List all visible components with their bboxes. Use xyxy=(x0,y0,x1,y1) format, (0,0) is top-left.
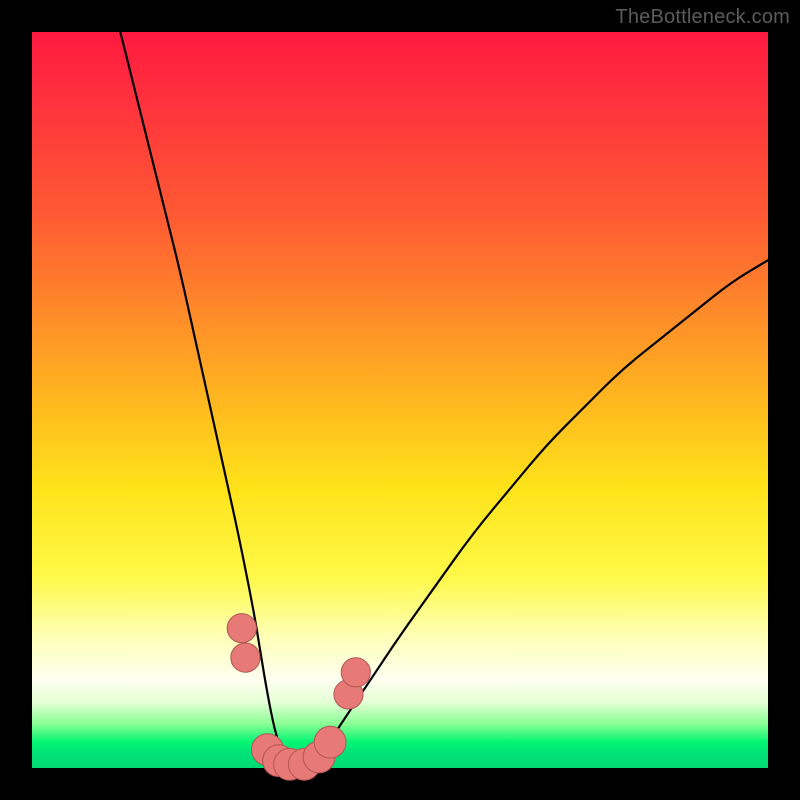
outer-frame: TheBottleneck.com xyxy=(0,0,800,800)
chart-overlay xyxy=(32,32,768,768)
data-marker xyxy=(314,726,346,758)
data-marker xyxy=(227,614,256,643)
markers-group xyxy=(227,614,370,781)
data-marker xyxy=(231,643,260,672)
data-marker xyxy=(341,658,370,687)
watermark-text: TheBottleneck.com xyxy=(615,6,790,29)
plot-area xyxy=(32,32,768,768)
bottleneck-curve xyxy=(120,32,768,768)
